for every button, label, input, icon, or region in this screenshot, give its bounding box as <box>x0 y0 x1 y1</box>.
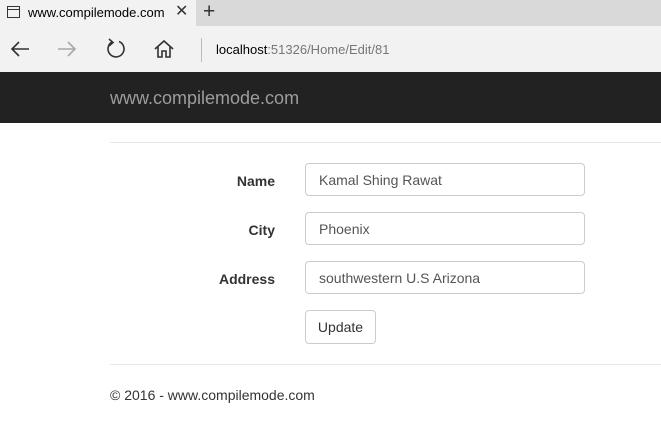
tab-title: www.compilemode.com <box>28 5 165 20</box>
update-button[interactable]: Update <box>305 310 376 344</box>
city-label: City <box>248 222 275 238</box>
refresh-icon[interactable] <box>104 37 128 61</box>
page-icon <box>7 6 20 18</box>
site-navbar: www.compilemode.com <box>0 72 661 123</box>
divider-bottom <box>110 364 661 365</box>
address-label: Address <box>218 271 275 287</box>
home-icon[interactable] <box>152 37 176 61</box>
brand-link[interactable]: www.compilemode.com <box>110 88 299 109</box>
name-input[interactable] <box>305 163 585 196</box>
forward-icon[interactable] <box>55 37 79 61</box>
address-bar[interactable]: localhost:51326/Home/Edit/81 <box>216 42 389 57</box>
browser-toolbar: localhost:51326/Home/Edit/81 <box>0 26 661 72</box>
name-label: Name <box>236 173 275 189</box>
divider-top <box>110 142 661 143</box>
new-tab-icon[interactable]: + <box>203 1 215 23</box>
back-icon[interactable] <box>8 37 32 61</box>
address-input[interactable] <box>305 261 585 294</box>
address-path: :51326/Home/Edit/81 <box>267 42 390 57</box>
browser-tab[interactable]: www.compilemode.com ✕ <box>0 0 196 26</box>
address-host: localhost <box>216 42 268 57</box>
close-tab-icon[interactable]: ✕ <box>175 3 188 21</box>
city-input[interactable] <box>305 212 585 245</box>
footer-text: © 2016 - www.compilemode.com <box>110 387 315 403</box>
browser-tab-strip: www.compilemode.com ✕ + <box>0 0 661 26</box>
address-separator <box>201 38 202 62</box>
